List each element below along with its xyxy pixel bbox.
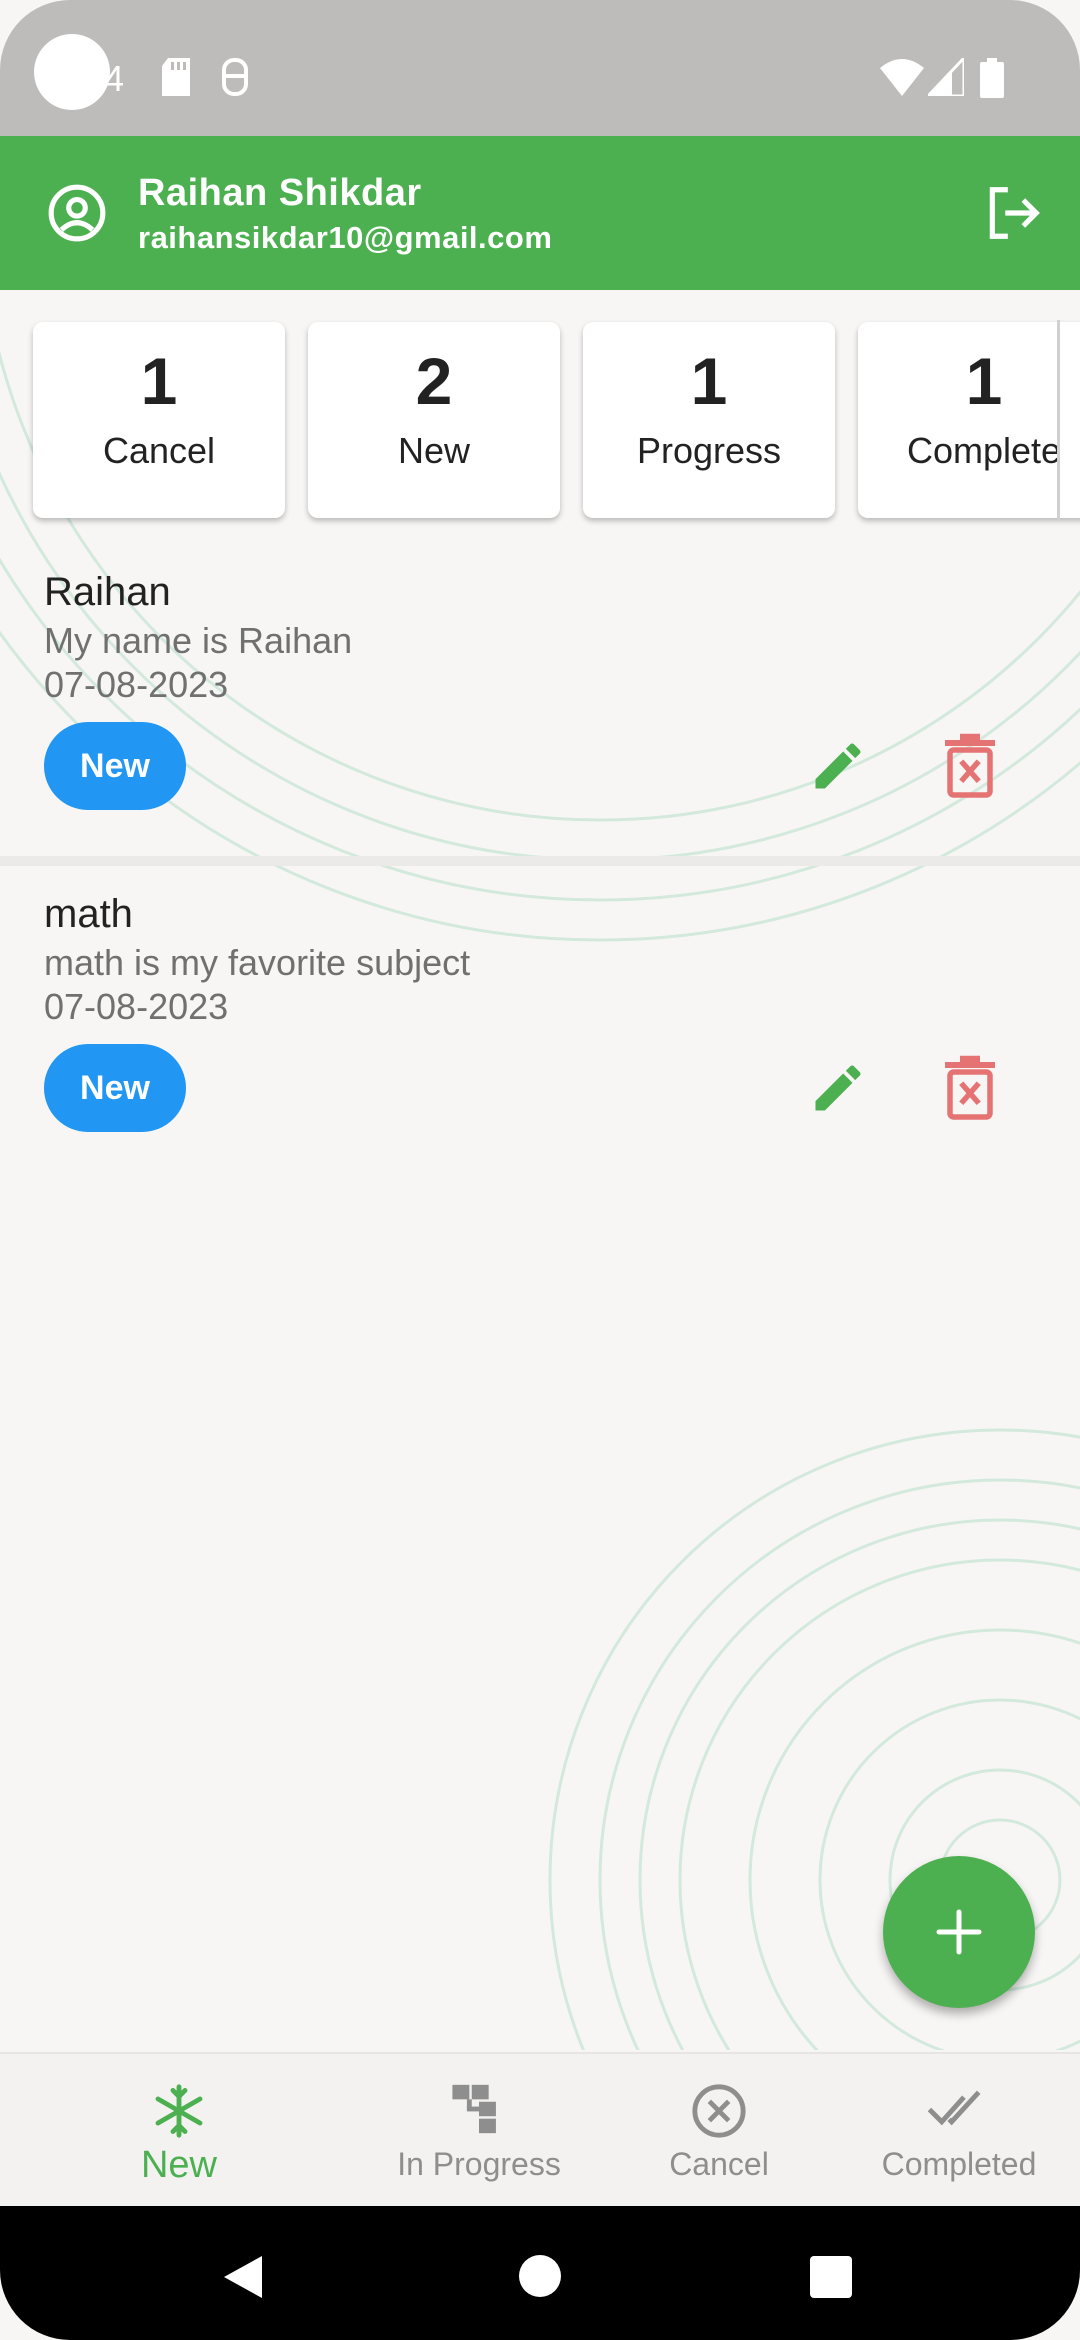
nav-label: In Progress: [397, 2146, 561, 2182]
task-divider: [0, 856, 1080, 866]
nav-item-completed[interactable]: Completed: [824, 2054, 1080, 2208]
edit-icon[interactable]: [808, 1058, 868, 1118]
summary-label: New: [397, 430, 471, 471]
status-chip[interactable]: New: [44, 1044, 186, 1132]
camera-cutout: [34, 34, 110, 110]
app-screen: 4 Raihan Shikdar raihansikdar10@gmail.co…: [0, 0, 1080, 2340]
double-check-icon: [927, 2090, 981, 2126]
task-summary: 1 Cancel 2 New 1 Progress 1 Complete: [0, 290, 1080, 545]
recents-icon[interactable]: [810, 2256, 852, 2298]
task-item[interactable]: math math is my favorite subject 07-08-2…: [0, 870, 1080, 1190]
logout-icon[interactable]: [982, 182, 1044, 244]
summary-card-new[interactable]: 2 New: [308, 322, 560, 518]
app-bar: Raihan Shikdar raihansikdar10@gmail.com: [0, 136, 1080, 290]
hierarchy-icon: [452, 2084, 496, 2134]
account-circle-icon[interactable]: [46, 182, 108, 244]
status-chip[interactable]: New: [44, 722, 186, 810]
task-date: 07-08-2023: [44, 664, 229, 705]
task-description: My name is Raihan: [44, 620, 353, 661]
summary-card-progress[interactable]: 1 Progress: [583, 322, 835, 518]
task-title: math: [44, 892, 133, 936]
system-navigation-bar: [0, 2206, 1080, 2340]
back-icon[interactable]: [220, 2254, 266, 2300]
keyboard-icon: [222, 58, 248, 96]
task-date: 07-08-2023: [44, 986, 229, 1027]
nav-item-in-progress[interactable]: In Progress: [344, 2054, 614, 2208]
status-bar: 4: [0, 0, 1080, 136]
nav-label: New: [140, 2144, 218, 2186]
nav-item-cancel[interactable]: Cancel: [584, 2054, 854, 2208]
battery-icon: [980, 58, 1004, 98]
summary-label: Cancel: [102, 430, 216, 471]
user-email: raihansikdar10@gmail.com: [138, 220, 553, 255]
snowflake-icon: [155, 2084, 203, 2138]
nav-label: Cancel: [669, 2146, 769, 2182]
summary-count: 2: [415, 344, 453, 418]
bottom-navigation: New In Progress Cancel Completed: [0, 2052, 1080, 2208]
summary-card-complete[interactable]: 1 Complete: [858, 322, 1080, 518]
task-title: Raihan: [44, 570, 171, 614]
add-task-button[interactable]: [883, 1856, 1035, 2008]
task-description: math is my favorite subject: [44, 942, 471, 983]
summary-count: 1: [965, 344, 1003, 418]
task-item[interactable]: Raihan My name is Raihan 07-08-2023 New: [0, 548, 1080, 868]
sd-card-icon: [162, 58, 190, 96]
summary-label: Complete: [906, 430, 1062, 471]
user-name: Raihan Shikdar: [138, 172, 422, 214]
summary-label: Progress: [636, 430, 782, 471]
delete-icon[interactable]: [940, 732, 1000, 798]
summary-count: 1: [690, 344, 728, 418]
cancel-circle-icon: [692, 2084, 746, 2138]
delete-icon[interactable]: [940, 1054, 1000, 1120]
summary-card-cancel[interactable]: 1 Cancel: [33, 322, 285, 518]
status-time: 4: [104, 58, 125, 99]
plus-icon: [936, 1909, 982, 1955]
wifi-icon: [880, 59, 924, 96]
home-icon[interactable]: [518, 2254, 562, 2298]
edit-icon[interactable]: [808, 736, 868, 796]
scroll-edge-indicator: [1057, 320, 1060, 520]
nav-item-new[interactable]: New: [44, 2054, 314, 2208]
nav-label: Completed: [881, 2146, 1037, 2182]
signal-icon: [928, 58, 964, 96]
summary-count: 1: [140, 344, 178, 418]
